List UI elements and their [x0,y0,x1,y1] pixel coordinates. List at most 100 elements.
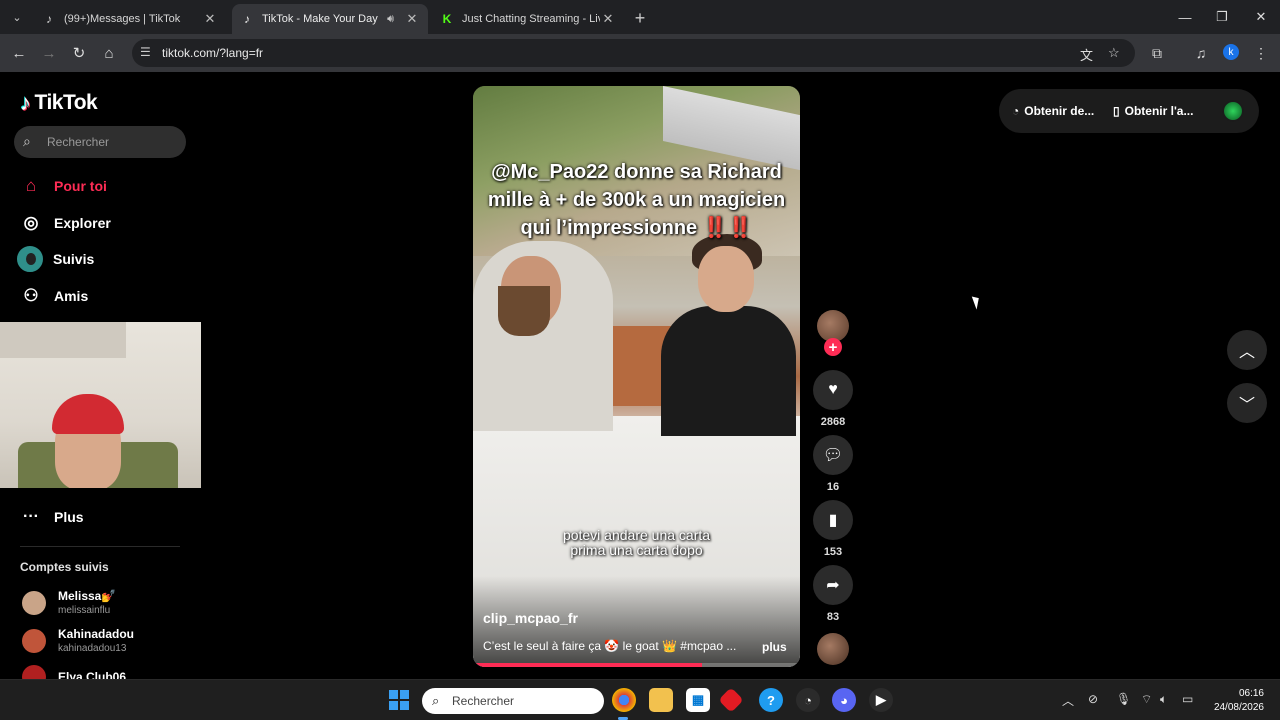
nav-plus[interactable]: ··· Plus [20,508,84,526]
address-bar[interactable]: ☰ tiktok.com/?lang=fr 文 ☆ [132,39,1135,67]
close-icon[interactable]: ✕ [202,11,218,27]
tab-kick[interactable]: K Just Chatting Streaming - Live S ✕ [432,4,624,34]
tab-title: TikTok - Make Your Day [262,13,378,25]
like-count: 2868 [820,416,846,428]
nav-amis[interactable]: ⚇ Amis [20,282,88,310]
restore-button[interactable]: ❐ [1203,0,1241,34]
logo-text: TikTok [34,91,98,114]
kick-icon: K [442,12,452,26]
windows-start-icon[interactable] [389,690,409,710]
tray-app-icon[interactable]: ⊘ [1088,692,1098,706]
like-action[interactable]: ♥ 2868 [813,370,853,428]
tiktok-page: ♪ TikTok ⌕ Rechercher ⌂ Pour toi ◎ Explo… [0,72,1280,689]
account-name: Kahinadadou [58,627,135,641]
translate-icon[interactable]: 文 [1080,45,1093,64]
volume-icon[interactable]: 🔈︎ [1160,692,1167,707]
nav-explorer[interactable]: ◎ Explorer [20,209,111,237]
site-info-icon[interactable]: ☰ [140,45,151,59]
reload-button[interactable]: ↻ [69,43,89,63]
close-icon[interactable]: ✕ [600,11,616,27]
nav-label: Explorer [54,215,111,231]
nav-suivis[interactable]: Suivis [17,245,95,273]
nav-label: Amis [54,288,89,304]
heart-icon[interactable]: ♥ [813,370,853,410]
menu-icon[interactable]: ⋮ [1251,43,1271,63]
follow-plus-icon[interactable]: + [824,338,842,356]
media-control-icon[interactable]: ♫ [1191,43,1211,63]
obs-icon[interactable]: ◔ [796,688,820,712]
progress-fill [473,663,702,667]
bookmark-icon[interactable]: ▮ [813,500,853,540]
forward-button[interactable]: → [39,43,59,63]
app-red-diamond-icon[interactable] [718,687,744,713]
previous-video-button[interactable]: ︿ [1227,330,1267,370]
video-subtitle: potevi andare una carta prima una carta … [473,528,800,558]
file-explorer-icon[interactable] [649,688,673,712]
back-button[interactable]: ← [9,43,29,63]
get-app-button[interactable]: ▯ Obtenir l'a... [1113,89,1193,133]
search-input[interactable]: ⌕ Rechercher [14,126,186,158]
bookmark-star-icon[interactable]: ☆ [1108,45,1120,61]
comment-action[interactable]: 💬︎ 16 [813,435,853,493]
video-overlay-text: @Mc_Pao22 donne sa Richard mille à + de … [473,158,800,242]
get-coins-label: Obtenir de... [1024,104,1095,118]
share-icon[interactable]: ➦ [813,565,853,605]
video-progress-bar[interactable] [473,663,800,667]
tab-tiktok[interactable]: ♪ TikTok - Make Your Day 🔊︎ ✕ [232,4,428,34]
webcam-overlay [0,322,201,488]
tiktok-icon: ♪ [244,12,250,26]
close-window-button[interactable]: ✕ [1242,0,1280,34]
followed-account[interactable]: Melissa💅 melissainflu [22,589,116,616]
tab-title: (99+)Messages | TikTok [64,13,181,25]
battery-icon[interactable]: ▭ [1182,692,1193,706]
media-player-icon[interactable]: ▶ [869,688,893,712]
home-button[interactable]: ⌂ [99,43,119,63]
extensions-icon[interactable]: ⧉ [1147,43,1167,63]
tab-messages[interactable]: ♪ (99+)Messages | TikTok ✕ [34,4,226,34]
chrome-icon[interactable] [612,688,636,712]
wifi-icon[interactable]: ⌔ [1141,692,1152,707]
nav-label: Suivis [53,251,95,267]
share-action[interactable]: ➦ 83 [813,565,853,623]
video-author[interactable]: clip_mcpao_fr [483,610,578,626]
taskbar-clock[interactable]: 06:16 24/08/2026 [1206,687,1264,715]
comment-icon[interactable]: 💬︎ [813,435,853,475]
friends-icon: ⚇ [23,286,39,305]
tiktok-logo[interactable]: ♪ TikTok [20,90,98,116]
phone-icon: ▯ [1113,104,1120,118]
tray-chevron-icon[interactable]: ︿ [1062,692,1074,709]
discord-icon[interactable]: ◕ [832,688,856,712]
followed-account[interactable]: Kahinadadou kahinadadou13 [22,627,134,654]
search-icon: ⌕ [23,133,31,149]
profile-avatar[interactable]: k [1223,44,1239,60]
help-icon[interactable]: ? [759,688,783,712]
coin-outline-icon: ◔ [1012,104,1020,118]
date: 24/08/2026 [1213,702,1264,713]
taskbar-search[interactable]: ⌕ Rechercher [422,688,604,714]
microphone-icon[interactable]: 🎙︎ [1116,692,1131,706]
save-action[interactable]: ▮ 153 [813,500,853,558]
nav-pour-toi[interactable]: ⌂ Pour toi [20,172,107,200]
tab-search-icon[interactable]: ⌄ [6,6,28,28]
subtitle-line: prima una carta dopo [570,542,703,558]
minimize-button[interactable]: — [1166,0,1204,34]
more-dots-icon: ··· [23,508,39,525]
music-disc-icon[interactable] [817,633,849,665]
next-video-button[interactable]: ﹀ [1227,383,1267,423]
tab-title: Just Chatting Streaming - Live S [462,13,600,25]
compass-icon: ◎ [23,213,39,232]
tiktok-icon: ♪ [46,12,52,26]
windows-taskbar: ⌕ Rechercher ▦ ? ◔ ◕ ▶ ︿ ⊘ 🎙︎ ⌔ 🔈︎ ▭ 06:… [0,679,1280,720]
close-icon[interactable]: ✕ [404,11,420,27]
more-link[interactable]: plus [762,640,787,654]
store-icon[interactable]: ▦ [686,688,710,712]
user-avatar[interactable] [1222,100,1244,122]
new-tab-button[interactable]: + [630,8,650,28]
speaker-icon[interactable]: 🔊︎ [387,13,394,26]
account-name: Melissa💅 [58,589,117,603]
get-coins-button[interactable]: ◔ Obtenir de... [1012,89,1094,133]
tiktok-icon: ♪ [20,90,31,115]
video-player[interactable]: @Mc_Pao22 donne sa Richard mille à + de … [473,86,800,667]
save-count: 153 [823,546,843,558]
person-left-beard [498,286,550,336]
